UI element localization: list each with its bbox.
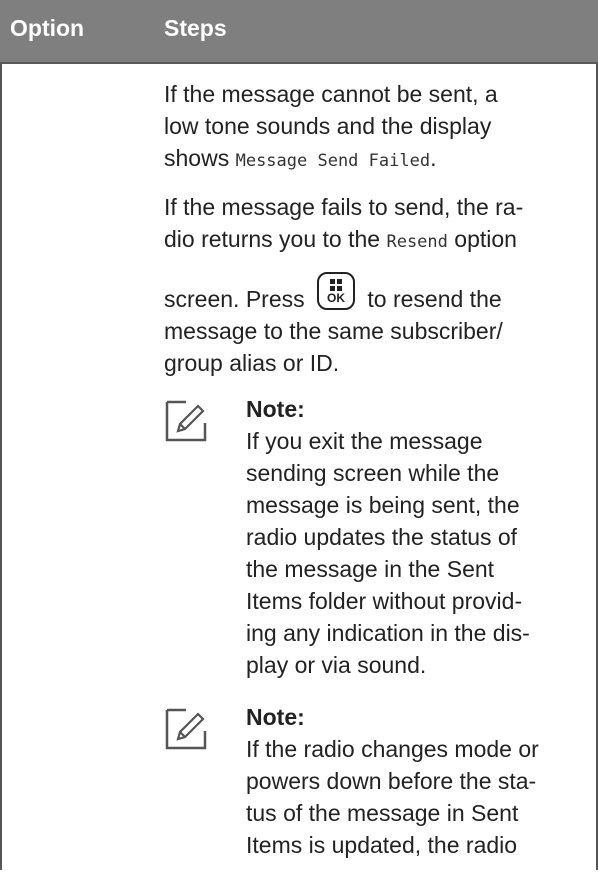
note-title: Note: (246, 704, 305, 730)
text-fragment: to resend the (361, 286, 502, 312)
text-line: If the message cannot be sent, a (164, 81, 498, 107)
note-line: the message in the Sent (246, 556, 495, 582)
text-fragment: screen. Press (164, 286, 311, 312)
note-line: Items is updated, the radio (246, 832, 518, 858)
note-line: powers down before the sta- (246, 768, 537, 794)
note-line: tus of the message in Sent (246, 800, 519, 826)
steps-cell: If the message cannot be sent, a low ton… (164, 78, 574, 881)
note-block: Note: If you exit the message sending sc… (164, 393, 574, 681)
step-paragraph-resend: If the message fails to send, the ra- di… (164, 191, 574, 379)
options-table: Option Steps If the message cannot be se… (0, 0, 598, 870)
step-paragraph-send-failed: If the message cannot be sent, a low ton… (164, 78, 574, 177)
text-line: shows Message Send Failed. (164, 142, 574, 177)
display-resend: Resend (386, 232, 448, 252)
note-line: ing any indication in the dis- (246, 620, 530, 646)
text-fragment: dio returns you to the (164, 226, 387, 252)
note-line: sending screen while the (246, 460, 500, 486)
note-line: play or via sound. (246, 652, 427, 678)
text-line: low tone sounds and the display (164, 113, 492, 139)
note-pencil-icon (165, 708, 207, 750)
text-fragment: . (430, 145, 437, 171)
table-border-left (0, 64, 2, 870)
display-message-send-failed: Message Send Failed (235, 151, 431, 171)
ok-key-icon: OK (317, 272, 355, 310)
text-fragment: shows (164, 145, 236, 171)
note-pencil-icon (165, 400, 207, 442)
text-line: dio returns you to the Resend option (164, 223, 574, 258)
header-steps: Steps (164, 15, 227, 41)
text-fragment: option (447, 226, 517, 252)
note-line: If you exit the message (246, 428, 483, 454)
note-line: Items folder without provid- (246, 588, 523, 614)
note-line: If the radio changes mode or (246, 736, 539, 762)
text-line: If the message fails to send, the ra- (164, 194, 524, 220)
note-title: Note: (246, 396, 305, 422)
text-line: screen. Press OK to resend the (164, 272, 574, 315)
header-option: Option (10, 15, 85, 41)
ok-key-label: OK (327, 291, 345, 305)
text-line: message to the same subscriber/ (164, 318, 503, 344)
note-block: Note: If the radio changes mode or power… (164, 701, 574, 861)
note-line: radio updates the status of (246, 524, 518, 550)
text-line: group alias or ID. (164, 350, 340, 376)
table-header: Option Steps (0, 0, 598, 64)
note-line: message is being sent, the (246, 492, 520, 518)
